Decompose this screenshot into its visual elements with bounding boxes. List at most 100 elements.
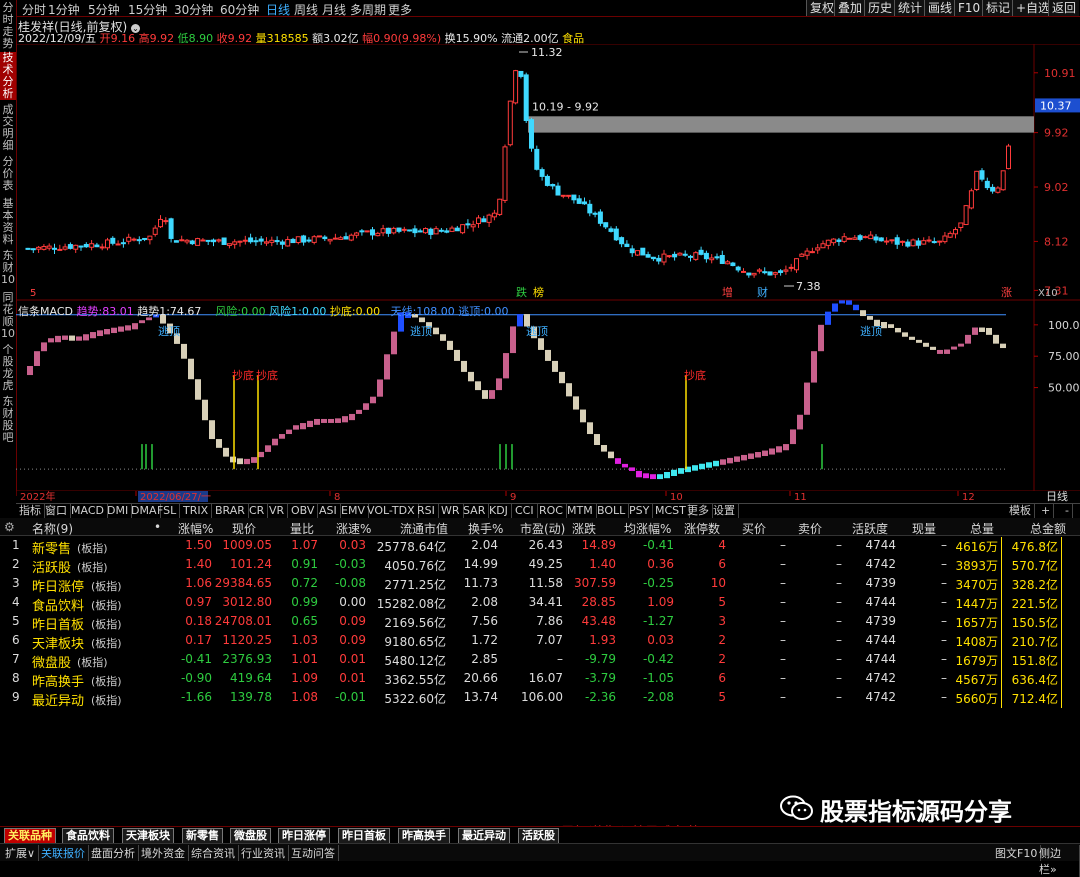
sheet-tab-4[interactable]: 微盘股: [230, 828, 271, 844]
column-header-5[interactable]: 涨速%: [336, 520, 371, 537]
indicator-tab-6[interactable]: TRIX: [180, 504, 213, 518]
table-row[interactable]: 7 微盘股 (板指) -0.41 2376.93 1.01 0.01 5480.12亿 2.85…: [0, 651, 1080, 671]
bottom-tab-5[interactable]: 行业资讯: [238, 845, 289, 861]
indicator-tab-10[interactable]: OBV: [288, 504, 319, 518]
left-tab-6[interactable]: 同花顺10: [0, 292, 16, 340]
indicator-tab-right-2[interactable]: -: [1062, 504, 1073, 518]
indicator-tab-14[interactable]: RSI: [414, 504, 439, 518]
toolbar-button-1[interactable]: 叠加: [834, 0, 866, 16]
indicator-tab-1[interactable]: 窗口: [42, 504, 71, 518]
column-header-6[interactable]: 流通市值: [400, 520, 448, 537]
sheet-tab-1[interactable]: 食品饮料: [62, 828, 114, 844]
period-8[interactable]: 月线: [322, 1, 346, 18]
column-header-15[interactable]: 现量: [912, 520, 936, 537]
row-name[interactable]: 天津板块: [32, 633, 84, 652]
indicator-name[interactable]: 信条MACD: [18, 305, 73, 318]
left-tab-3[interactable]: 分价表: [0, 156, 16, 192]
bottom-tab-4[interactable]: 综合资讯: [188, 845, 239, 861]
indicator-tab-25[interactable]: 设置: [710, 504, 739, 518]
toolbar-button-3[interactable]: 统计: [894, 0, 926, 16]
column-header-9[interactable]: 涨跌: [572, 520, 596, 537]
table-row[interactable]: 3 昨日涨停 (板指) 1.06 29384.65 0.72 -0.08 2771.25亿 11…: [0, 575, 1080, 595]
indicator-tab-19[interactable]: ROC: [536, 504, 567, 518]
row-name[interactable]: 昨高换手: [32, 671, 84, 690]
table-row[interactable]: 2 活跃股 (板指) 1.40 101.24 0.91 -0.03 4050.76亿 14.99…: [0, 556, 1080, 576]
column-header-0[interactable]: 名称(9): [32, 520, 73, 537]
period-3[interactable]: 15分钟: [128, 1, 167, 18]
left-tab-2[interactable]: 成交明细: [0, 104, 16, 152]
indicator-tab-9[interactable]: VR: [266, 504, 289, 518]
column-header-11[interactable]: 涨停数: [684, 520, 720, 537]
period-2[interactable]: 5分钟: [88, 1, 120, 18]
bottom-tab-6[interactable]: 互动问答: [288, 845, 339, 861]
sheet-tab-6[interactable]: 昨日首板: [338, 828, 390, 844]
period-1[interactable]: 1分钟: [48, 1, 80, 18]
column-header-1[interactable]: •: [154, 520, 161, 534]
period-4[interactable]: 30分钟: [174, 1, 213, 18]
sheet-tab-3[interactable]: 新零售: [182, 828, 223, 844]
table-row[interactable]: 4 食品饮料 (板指) 0.97 3012.80 0.99 0.00 15282.08亿 2.0…: [0, 594, 1080, 614]
toolbar-button-2[interactable]: 历史: [864, 0, 896, 16]
row-name[interactable]: 微盘股: [32, 652, 71, 671]
toolbar-button-8[interactable]: 返回: [1048, 0, 1080, 16]
column-header-3[interactable]: 现价: [232, 520, 256, 537]
column-header-14[interactable]: 活跃度: [852, 520, 888, 537]
table-row[interactable]: 5 昨日首板 (板指) 0.18 24708.01 0.65 0.09 2169.56亿 7.5…: [0, 613, 1080, 633]
column-header-12[interactable]: 买价: [742, 520, 766, 537]
period-5[interactable]: 60分钟: [220, 1, 259, 18]
indicator-tab-2[interactable]: MACD: [68, 504, 108, 518]
row-name[interactable]: 新零售: [32, 538, 71, 557]
column-header-8[interactable]: 市盈(动): [520, 520, 565, 537]
left-tab-7[interactable]: 个股龙虎: [0, 344, 16, 392]
period-0[interactable]: 分时: [22, 1, 46, 18]
column-header-7[interactable]: 换手%: [468, 520, 503, 537]
left-tab-0[interactable]: 分时走势: [0, 2, 16, 50]
left-tab-8[interactable]: 东财股吧: [0, 396, 16, 444]
bottom-right-1[interactable]: 侧边栏»: [1036, 845, 1080, 877]
sheet-tab-5[interactable]: 昨日涨停: [278, 828, 330, 844]
column-header-2[interactable]: 涨幅%: [178, 520, 213, 537]
row-name[interactable]: 昨日涨停: [32, 576, 84, 595]
sheet-tab-9[interactable]: 活跃股: [518, 828, 559, 844]
sheet-tab-7[interactable]: 昨高换手: [398, 828, 450, 844]
table-row[interactable]: 8 昨高换手 (板指) -0.90 419.64 1.09 0.01 3362.55亿 20.6…: [0, 670, 1080, 690]
left-tab-4[interactable]: 基本资料: [0, 198, 16, 246]
table-row[interactable]: 6 天津板块 (板指) 0.17 1120.25 1.03 0.09 9180.65亿 1.72…: [0, 632, 1080, 652]
bottom-tab-1[interactable]: 关联报价: [38, 845, 89, 861]
toolbar-button-6[interactable]: 标记: [982, 0, 1014, 16]
column-header-10[interactable]: 均涨幅%: [624, 520, 671, 537]
toolbar-button-7[interactable]: +自选: [1012, 0, 1054, 16]
indicator-tab-8[interactable]: CR: [246, 504, 269, 518]
kline-chart[interactable]: 10.919.929.028.127.3110.3710.19 - 9.9211…: [16, 44, 1080, 502]
indicator-tab-13[interactable]: VOL-TDX: [364, 504, 419, 518]
sheet-tab-8[interactable]: 最近异动: [458, 828, 510, 844]
period-7[interactable]: 周线: [294, 1, 318, 18]
left-tab-1[interactable]: 技术分析: [0, 52, 16, 100]
row-name[interactable]: 昨日首板: [32, 614, 84, 633]
period-6[interactable]: 日线: [266, 1, 290, 18]
row-name[interactable]: 最近异动: [32, 690, 84, 709]
bottom-tab-3[interactable]: 境外资金: [138, 845, 189, 861]
column-header-16[interactable]: 总量: [970, 520, 994, 537]
bottom-right-0[interactable]: 图文F10: [992, 845, 1042, 861]
indicator-tab-7[interactable]: BRAR: [212, 504, 249, 518]
indicator-tab-right-1[interactable]: +: [1038, 504, 1055, 518]
indicator-tab-22[interactable]: PSY: [626, 504, 654, 518]
column-header-4[interactable]: 量比: [290, 520, 314, 537]
toolbar-button-5[interactable]: F10: [954, 0, 984, 16]
indicator-tab-0[interactable]: 指标: [16, 504, 45, 518]
indicator-tab-16[interactable]: SAR: [460, 504, 490, 518]
column-header-17[interactable]: 总金额: [1030, 520, 1066, 537]
period-10[interactable]: 更多: [388, 1, 412, 18]
indicator-tab-5[interactable]: FSL: [154, 504, 181, 518]
indicator-tab-20[interactable]: MTM: [564, 504, 597, 518]
left-tab-5[interactable]: 东财10: [0, 250, 16, 286]
period-9[interactable]: 多周期: [350, 1, 386, 18]
row-name[interactable]: 活跃股: [32, 557, 71, 576]
table-row[interactable]: 1 新零售 (板指) 1.50 1009.05 1.07 0.03 25778.64亿 2.04…: [0, 537, 1080, 557]
table-row[interactable]: 9 最近异动 (板指) -1.66 139.78 1.08 -0.01 5322.60亿 13.…: [0, 689, 1080, 709]
sheet-tab-0[interactable]: 关联品种: [4, 828, 56, 844]
toolbar-button-0[interactable]: 复权: [806, 0, 838, 16]
indicator-tab-right-0[interactable]: 模板: [1006, 504, 1035, 518]
indicator-tab-24[interactable]: 更多: [684, 504, 713, 518]
